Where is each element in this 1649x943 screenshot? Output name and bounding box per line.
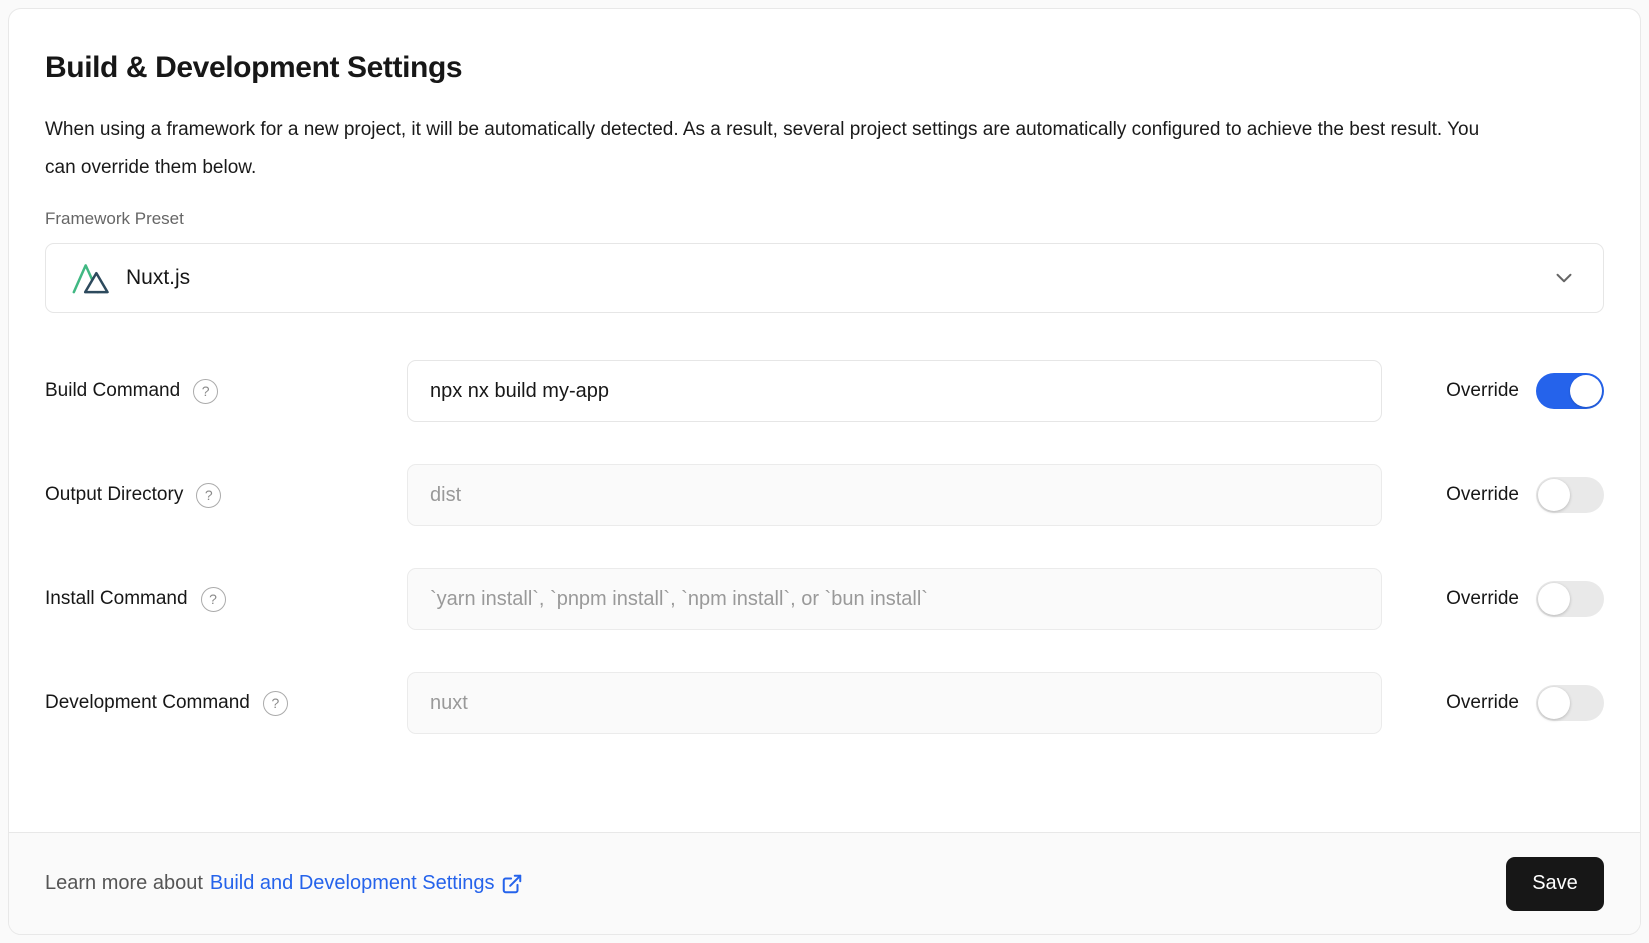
override-label: Override bbox=[1446, 588, 1519, 610]
output-directory-label: Output Directory bbox=[45, 484, 183, 506]
help-icon[interactable]: ? bbox=[201, 587, 226, 612]
output-directory-override: Override bbox=[1424, 477, 1604, 513]
install-command-row: Install Command ? Override bbox=[45, 568, 1604, 630]
external-link-icon bbox=[501, 873, 523, 895]
learn-more-text: Learn more about Build and Development S… bbox=[45, 872, 523, 895]
card-footer: Learn more about Build and Development S… bbox=[9, 832, 1640, 934]
chevron-down-icon bbox=[1551, 265, 1577, 291]
override-label: Override bbox=[1446, 484, 1519, 506]
nuxt-logo-icon bbox=[72, 262, 111, 295]
build-dev-settings-link[interactable]: Build and Development Settings bbox=[210, 872, 523, 895]
toggle-knob bbox=[1570, 375, 1602, 407]
help-icon[interactable]: ? bbox=[196, 483, 221, 508]
install-command-override-toggle[interactable] bbox=[1536, 581, 1604, 617]
build-dev-settings-card: Build & Development Settings When using … bbox=[8, 8, 1641, 935]
development-command-override-toggle[interactable] bbox=[1536, 685, 1604, 721]
build-command-label: Build Command bbox=[45, 380, 180, 402]
toggle-knob bbox=[1538, 479, 1570, 511]
settings-rows: Build Command ? Override Output Director… bbox=[45, 360, 1604, 734]
toggle-knob bbox=[1538, 583, 1570, 615]
build-command-override: Override bbox=[1424, 373, 1604, 409]
install-command-input bbox=[407, 568, 1382, 630]
development-command-row: Development Command ? Override bbox=[45, 672, 1604, 734]
development-command-override: Override bbox=[1424, 685, 1604, 721]
toggle-knob bbox=[1538, 687, 1570, 719]
help-icon[interactable]: ? bbox=[263, 691, 288, 716]
learn-more-prefix: Learn more about bbox=[45, 872, 203, 895]
help-icon[interactable]: ? bbox=[193, 379, 218, 404]
link-label: Build and Development Settings bbox=[210, 872, 495, 895]
development-command-label: Development Command bbox=[45, 692, 250, 714]
settings-description: When using a framework for a new project… bbox=[45, 111, 1495, 187]
output-directory-row: Output Directory ? Override bbox=[45, 464, 1604, 526]
override-label: Override bbox=[1446, 380, 1519, 402]
build-command-row: Build Command ? Override bbox=[45, 360, 1604, 422]
page-title: Build & Development Settings bbox=[45, 51, 1604, 85]
framework-preset-select[interactable]: Nuxt.js bbox=[45, 243, 1604, 313]
build-command-label-group: Build Command ? bbox=[45, 379, 407, 404]
output-directory-override-toggle[interactable] bbox=[1536, 477, 1604, 513]
build-command-override-toggle[interactable] bbox=[1536, 373, 1604, 409]
framework-preset-label: Framework Preset bbox=[45, 209, 1604, 229]
development-command-label-group: Development Command ? bbox=[45, 691, 407, 716]
install-command-override: Override bbox=[1424, 581, 1604, 617]
install-command-label-group: Install Command ? bbox=[45, 587, 407, 612]
card-body: Build & Development Settings When using … bbox=[9, 9, 1640, 832]
output-directory-input bbox=[407, 464, 1382, 526]
override-label: Override bbox=[1446, 692, 1519, 714]
framework-preset-value: Nuxt.js bbox=[126, 266, 190, 290]
save-button[interactable]: Save bbox=[1506, 857, 1604, 911]
build-command-input[interactable] bbox=[407, 360, 1382, 422]
install-command-label: Install Command bbox=[45, 588, 188, 610]
output-directory-label-group: Output Directory ? bbox=[45, 483, 407, 508]
development-command-input bbox=[407, 672, 1382, 734]
